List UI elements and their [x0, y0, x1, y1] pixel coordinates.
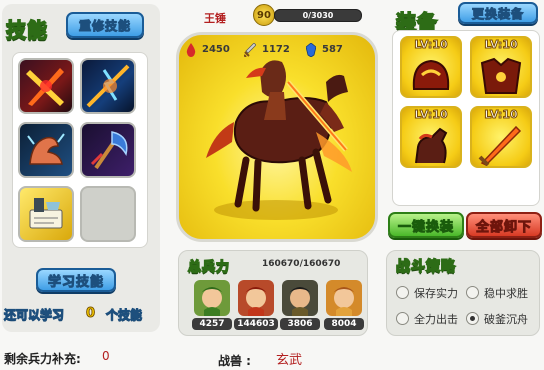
scroll-book-icon [29, 198, 63, 229]
remaining-prefix: 还可以学习 [3, 308, 65, 323]
strategy-label-1: 保存实力 [414, 287, 458, 300]
reinforce-label: 剩余兵力补充: [4, 352, 81, 366]
strategy-label-2: 稳中求胜 [484, 287, 528, 300]
blood-drop-icon [186, 43, 196, 57]
level-badge: 90 [253, 4, 275, 26]
remaining-suffix: 个技能 [105, 308, 143, 323]
army-unit-3-value: 3806 [280, 318, 320, 330]
strategy-radio-3[interactable] [396, 312, 409, 325]
strategy-radio-2[interactable] [466, 286, 479, 299]
beast-label: 战兽 : [218, 354, 251, 368]
skill-slot-1[interactable] [18, 58, 74, 114]
helmet-icon [412, 59, 450, 90]
sword-icon [478, 125, 522, 166]
hero-portrait-frame [176, 32, 378, 242]
strategy-label-3: 全力出击 [414, 313, 458, 326]
skills-title: 技能 [5, 17, 48, 43]
strategy-radio-4-selected[interactable] [466, 312, 479, 325]
lightning-spear-icon [86, 64, 130, 108]
shield-gem-icon [306, 43, 316, 57]
army-unit-3[interactable] [282, 280, 318, 316]
hp-value: 2450 [202, 44, 230, 55]
armor-icon [480, 57, 522, 94]
general-black-avatar [288, 287, 312, 316]
exp-bar: 0/3030 [274, 9, 362, 22]
one-click-equip-button[interactable]: 一键换装 [388, 212, 464, 238]
beast-value[interactable]: 玄武 [276, 349, 302, 368]
equipment-slot-1-level: LV:10 [414, 38, 448, 52]
muscle-arm-icon [27, 133, 65, 165]
defense-stat: 587 [304, 42, 360, 58]
change-equipment-button[interactable]: 更换装备 [458, 2, 538, 24]
army-unit-4[interactable] [326, 280, 362, 316]
equipment-slot-helmet[interactable]: LV:10 [400, 36, 462, 98]
reinforce-value: 0 [102, 349, 110, 363]
strategy-title: 战斗策略 [395, 258, 456, 276]
attack-stat: 1172 [242, 42, 298, 58]
general-orange-avatar [332, 287, 356, 316]
general-red-avatar [244, 287, 268, 316]
army-unit-2-value: 144603 [234, 318, 278, 330]
dark-axe-icon [90, 131, 128, 170]
equipment-slot-4-level: LV:10 [484, 108, 518, 122]
hp-stat: 2450 [184, 42, 240, 58]
crossed-blades-icon [26, 68, 64, 106]
equipment-slot-armor[interactable]: LV:10 [470, 36, 532, 98]
equipment-slot-3-level: LV:10 [414, 108, 448, 122]
remaining-skills-line: 还可以学习 0 个技能 [3, 306, 160, 324]
general-screen: 技能 重修技能 学习技能 还可以学习 0 个技能 王锤 90 0/3030 24… [0, 0, 544, 370]
equipment-slot-sword[interactable]: LV:10 [470, 106, 532, 168]
unequip-all-button[interactable]: 全部卸下 [466, 212, 542, 238]
army-unit-1-value: 4257 [192, 318, 232, 330]
army-unit-2[interactable] [238, 280, 274, 316]
skill-slot-5[interactable] [18, 186, 74, 242]
reset-skills-button[interactable]: 重修技能 [66, 12, 144, 38]
equipment-slot-horse[interactable]: LV:10 [400, 106, 462, 168]
skill-slot-6-empty[interactable] [80, 186, 136, 242]
exp-text: 0/3030 [302, 11, 334, 20]
army-total: 160670/160670 [262, 259, 341, 269]
remaining-count: 0 [85, 306, 96, 322]
skill-slot-4[interactable] [80, 122, 136, 178]
army-unit-1[interactable] [194, 280, 230, 316]
army-title: 总兵力 [187, 259, 231, 276]
attack-value: 1172 [262, 44, 290, 55]
general-green-avatar [200, 287, 224, 316]
defense-value: 587 [322, 44, 343, 55]
skill-slot-2[interactable] [80, 58, 136, 114]
hero-level: 90 [257, 9, 271, 21]
sword-stat-icon [244, 43, 256, 57]
skill-slot-3[interactable] [18, 122, 74, 178]
equipment-slot-2-level: LV:10 [484, 38, 518, 52]
learn-skill-button[interactable]: 学习技能 [36, 268, 116, 292]
hero-name: 王锤 [204, 12, 226, 25]
horse-icon [415, 127, 448, 164]
strategy-radio-1[interactable] [396, 286, 409, 299]
army-unit-4-value: 8004 [324, 318, 364, 330]
strategy-label-4: 破釜沉舟 [484, 313, 528, 326]
horse-rider-artwork [206, 60, 352, 220]
